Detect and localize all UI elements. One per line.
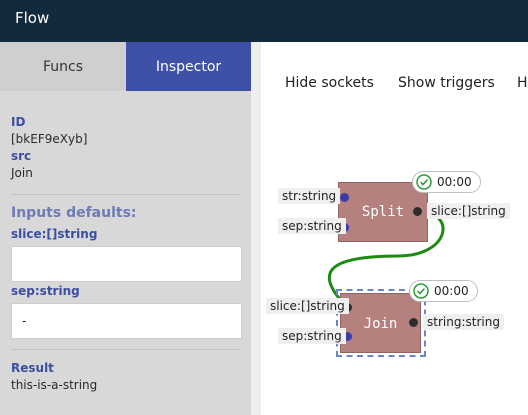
src-value: Join: [11, 166, 33, 180]
socket-label: str:string: [278, 188, 341, 204]
divider: [11, 194, 241, 195]
panel-splitter[interactable]: [251, 42, 261, 415]
toolbar-overflow-button[interactable]: H: [517, 75, 528, 91]
id-label: ID: [11, 115, 26, 129]
socket-label: slice:[]string: [427, 203, 510, 219]
result-label: Result: [11, 361, 54, 375]
link-layer: [327, 209, 445, 307]
app-header: Flow: [0, 0, 528, 42]
result-value: this-is-a-string: [11, 378, 98, 392]
input-socket[interactable]: [340, 193, 349, 202]
app-title: Flow: [15, 9, 50, 27]
check-circle-icon: [413, 283, 429, 299]
output-socket[interactable]: [413, 207, 422, 216]
socket-label: sep:string: [278, 218, 346, 234]
node-timer: 00:00: [409, 280, 478, 302]
output-socket[interactable]: [409, 318, 418, 327]
input-label-slice: slice:[]string: [11, 227, 98, 241]
flow-editor: Hide sockets Show triggers H Split str:s…: [261, 42, 528, 415]
hide-sockets-button[interactable]: Hide sockets: [285, 75, 374, 91]
flow-canvas[interactable]: Split str:string sep:string slice:[]stri…: [261, 102, 528, 415]
side-panel: Funcs Inspector ID [bkEF9eXyb] src Join …: [0, 42, 251, 415]
timer-value: 00:00: [434, 284, 469, 298]
tab-funcs[interactable]: Funcs: [0, 42, 126, 91]
input-field-slice[interactable]: [11, 246, 242, 282]
id-value: [bkEF9eXyb]: [11, 132, 88, 146]
socket-label: sep:string: [278, 328, 346, 344]
input-field-sep[interactable]: -: [11, 303, 242, 339]
show-triggers-button[interactable]: Show triggers: [398, 75, 495, 91]
timer-value: 00:00: [437, 175, 472, 189]
src-label: src: [11, 149, 32, 163]
divider: [11, 349, 241, 350]
check-circle-icon: [416, 174, 432, 190]
node-title: Join: [363, 316, 398, 332]
socket-label: string:string: [423, 314, 504, 330]
inputs-defaults-heading: Inputs defaults:: [11, 205, 137, 221]
node-timer: 00:00: [412, 171, 481, 193]
inspector-panel: ID [bkEF9eXyb] src Join Inputs defaults:…: [0, 91, 251, 415]
tab-inspector[interactable]: Inspector: [126, 42, 251, 91]
socket-label: slice:[]string: [266, 298, 349, 314]
input-label-sep: sep:string: [11, 284, 80, 298]
